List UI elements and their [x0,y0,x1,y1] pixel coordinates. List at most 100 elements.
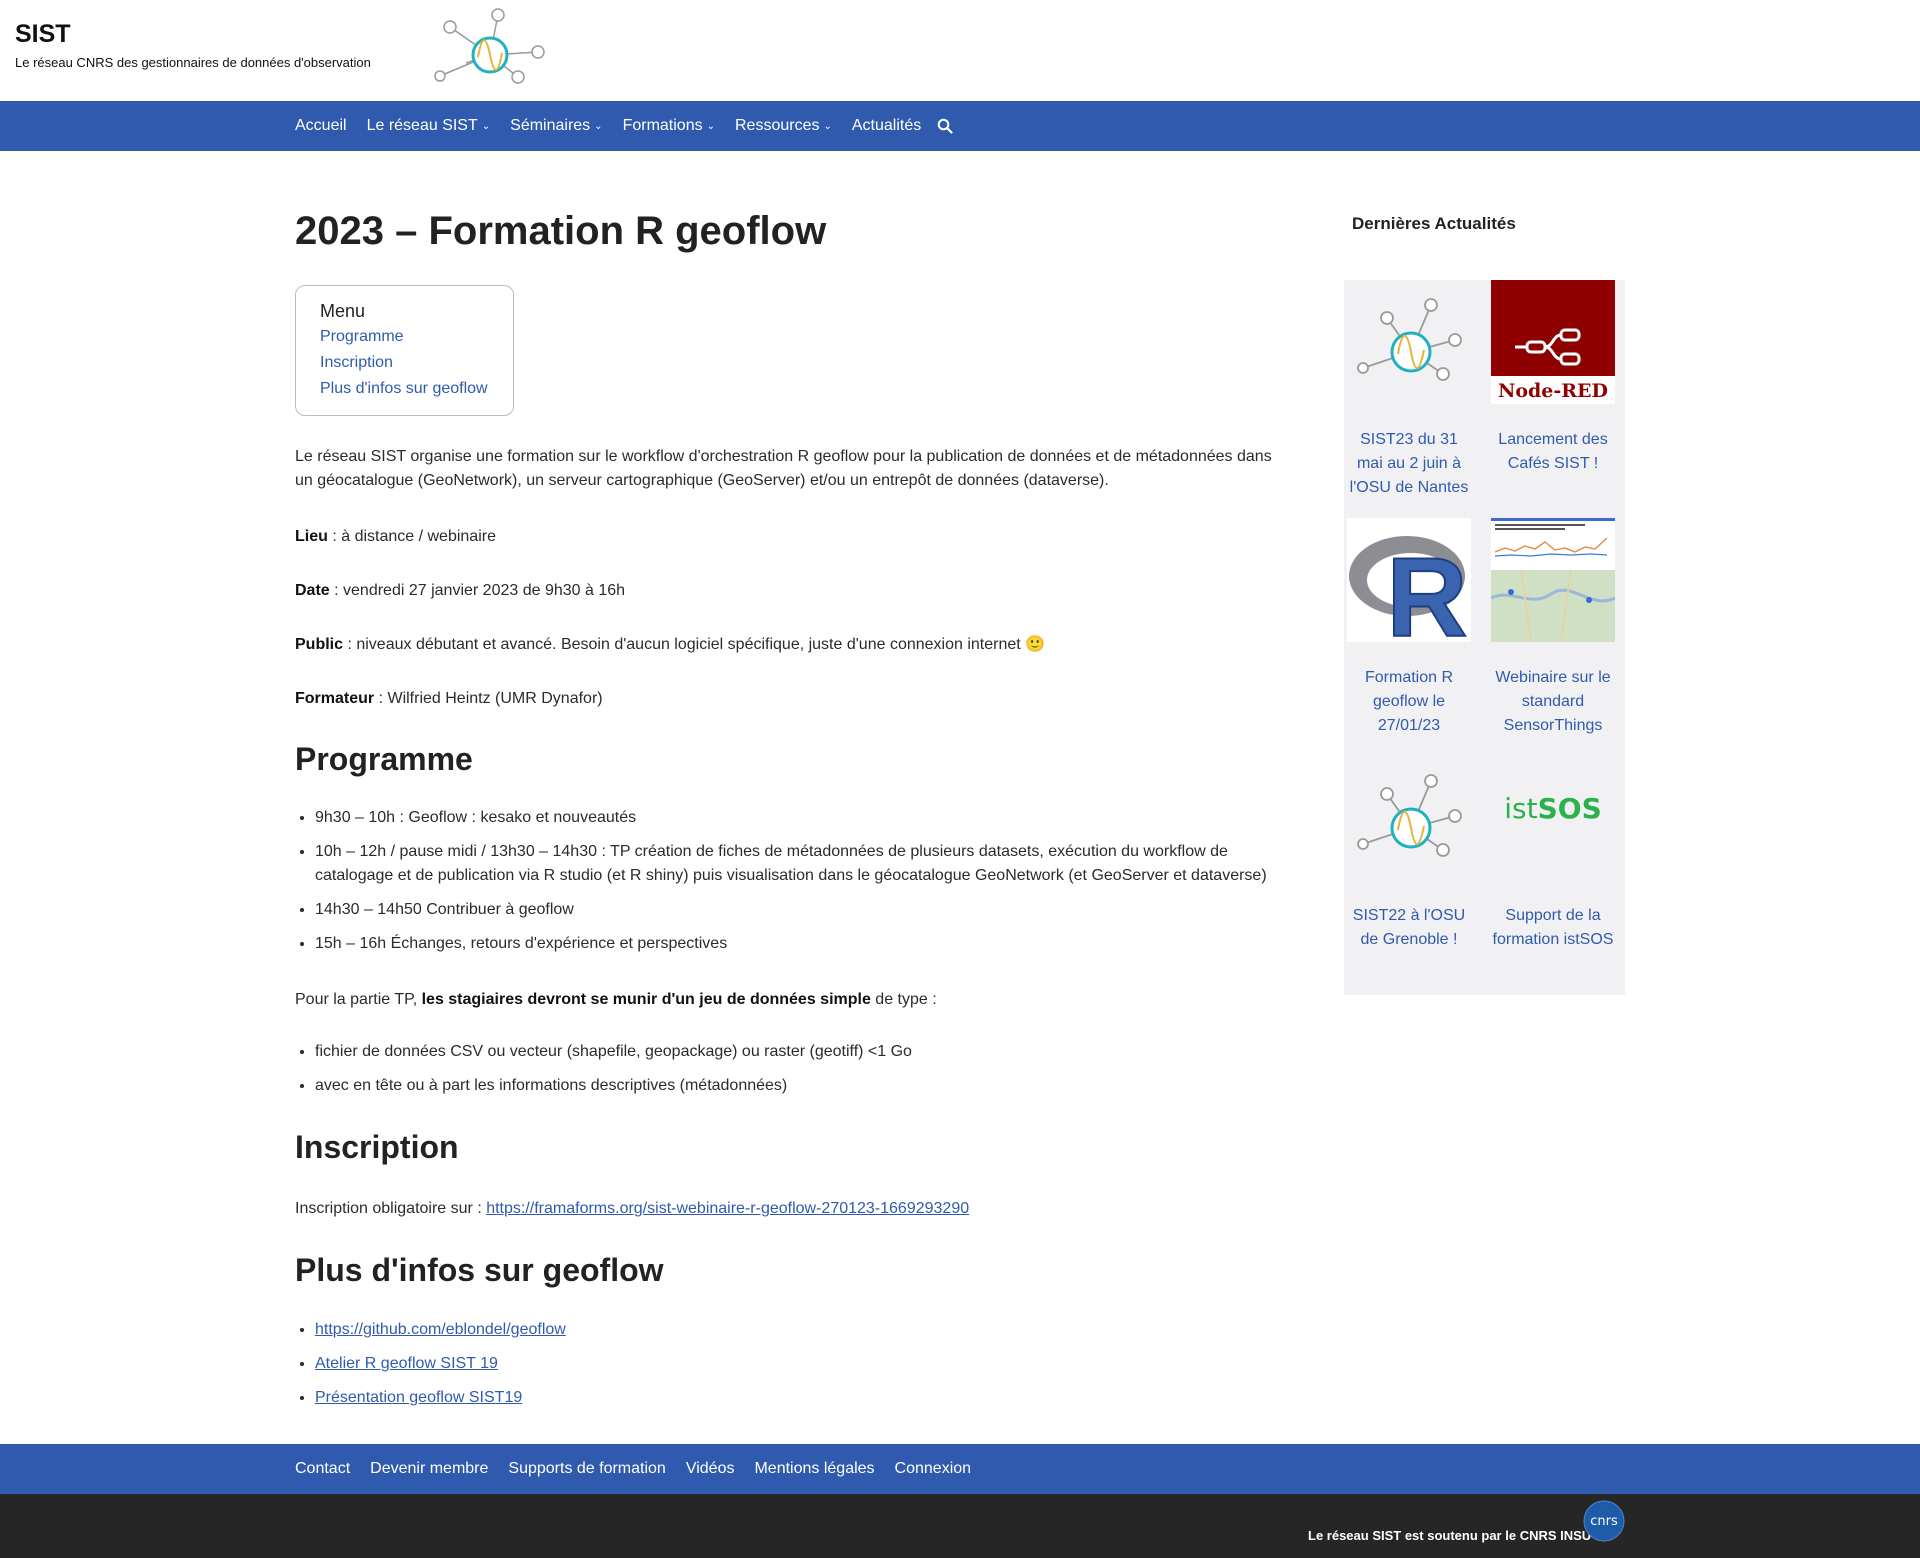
tp-suffix: de type : [870,991,937,1008]
news-item: istSOS Support de la formation istSOS [1491,756,1615,952]
nav-item-reseau-sist[interactable]: Le réseau SIST ⌄ [367,117,491,135]
nav-item-label: Actualités [851,117,922,134]
nav-search-button[interactable] [937,118,953,134]
toc-link-programme[interactable]: Programme [320,324,489,350]
site-title[interactable]: SIST [15,20,71,49]
programme-list: 9h30 – 10h : Geoflow : kesako et nouveau… [315,806,1275,966]
nav-item-seminaires[interactable]: Séminaires ⌄ [510,117,602,135]
footer-menu: Contact Devenir membre Supports de forma… [295,1444,991,1494]
nav-item-ressources[interactable]: Ressources ⌄ [735,117,832,135]
page-title: 2023 – Formation R geoflow [295,209,827,253]
presentation-link[interactable]: Présentation geoflow SIST19 [315,1389,522,1406]
list-item: 9h30 – 10h : Geoflow : kesako et nouveau… [315,806,1275,830]
footer-link-connexion[interactable]: Connexion [895,1460,972,1478]
main-navigation: Accueil Le réseau SIST ⌄ Séminaires ⌄ Form… [0,101,1920,151]
sensorthings-screenshot[interactable] [1491,518,1615,642]
search-icon [937,118,953,134]
lieu-value: : à distance / webinaire [327,528,496,545]
public-value: : niveaux débutant et avancé. Besoin d'a… [343,636,1046,653]
footer-link-contact[interactable]: Contact [295,1460,350,1478]
chevron-down-icon: ⌄ [481,120,491,132]
news-item: Webinaire sur le standard SensorThings [1491,518,1615,738]
toc-link-plus-infos[interactable]: Plus d'infos sur geoflow [320,376,489,402]
toc-link-inscription[interactable]: Inscription [320,350,489,376]
r-logo-text: R [1387,535,1468,642]
chevron-down-icon: ⌄ [823,120,832,132]
news-link[interactable]: SIST23 du 31 mai au 2 juin à l'OSU de Na… [1347,428,1471,500]
date-value: : vendredi 27 janvier 2023 de 9h30 à 16h [329,582,626,599]
istsos-text-sos: SOS [1538,792,1602,825]
istsos-logo[interactable]: istSOS [1491,756,1615,880]
istsos-text-ist: ist [1504,792,1537,825]
news-link[interactable]: Formation R geoflow le 27/01/23 [1347,666,1471,738]
intro-paragraph: Le réseau SIST organise une formation su… [295,448,1272,489]
news-link[interactable]: Webinaire sur le standard SensorThings [1491,666,1615,738]
lieu-paragraph: Lieu : à distance / webinaire [295,525,1275,549]
footer-link-videos[interactable]: Vidéos [686,1460,735,1478]
toc-title: Menu [320,301,366,321]
nav-item-label: Séminaires [510,117,591,134]
nav-item-label: Accueil [295,117,347,134]
formateur-paragraph: Formateur : Wilfried Heintz (UMR Dynafor… [295,687,1275,711]
site-tagline: Le réseau CNRS des gestionnaires de donn… [15,55,371,70]
tp-list: fichier de données CSV ou vecteur (shape… [315,1040,1275,1108]
list-item: Présentation geoflow SIST19 [315,1386,1275,1410]
r-logo[interactable]: R [1347,518,1471,642]
list-item: https://github.com/eblondel/geoflow [315,1318,1275,1342]
footer-link-devenir-membre[interactable]: Devenir membre [370,1460,488,1478]
tp-prefix: Pour la partie TP, [295,991,422,1008]
sidebar-title: Dernières Actualités [1352,214,1516,233]
github-link[interactable]: https://github.com/eblondel/geoflow [315,1321,566,1338]
list-item: 14h30 – 14h50 Contribuer à geoflow [315,898,1275,922]
news-link[interactable]: SIST22 à l'OSU de Grenoble ! [1347,904,1471,952]
inscription-prefix: Inscription obligatoire sur : [295,1200,487,1217]
footer-link-supports-formation[interactable]: Supports de formation [508,1460,665,1478]
news-item: R Formation R geoflow le 27/01/23 [1347,518,1471,738]
news-link[interactable]: Support de la formation istSOS [1491,904,1615,952]
nav-item-label: Formations [622,117,703,134]
news-link[interactable]: Lancement des Cafés SIST ! [1491,428,1615,476]
cnrs-logo[interactable]: cnrs [1583,1500,1625,1542]
nav-item-accueil[interactable]: Accueil [295,117,347,135]
footer-link-mentions-legales[interactable]: Mentions légales [754,1460,874,1478]
atelier-link[interactable]: Atelier R geoflow SIST 19 [315,1355,498,1372]
sist-logo[interactable] [428,5,548,85]
infos-links-list: https://github.com/eblondel/geoflow Atel… [315,1318,1275,1420]
site-header: SIST Le réseau CNRS des gestionnaires de… [0,0,1920,101]
plus-infos-heading: Plus d'infos sur geoflow [295,1252,664,1288]
latest-news-grid: SIST23 du 31 mai au 2 juin à l'OSU de Na… [1344,280,1625,995]
sist-logo-thumbnail[interactable] [1347,280,1471,404]
date-label: Date [295,582,330,599]
inscription-paragraph: Inscription obligatoire sur : https://fr… [295,1197,1275,1221]
news-item: SIST23 du 31 mai au 2 juin à l'OSU de Na… [1347,280,1471,500]
cnrs-logo-text: cnrs [1590,1514,1618,1529]
footer-credit: Le réseau SIST est soutenu par le CNRS I… [1308,1528,1591,1543]
svg-text:istSOS: istSOS [1504,792,1602,825]
inscription-heading: Inscription [295,1129,459,1165]
credit-text: Le réseau SIST est soutenu par le [1308,1528,1520,1543]
nav-item-actualites[interactable]: Actualités [852,117,921,135]
chevron-down-icon: ⌄ [706,120,715,132]
nav-item-label: Ressources [734,117,820,134]
cnrs-insu-link[interactable]: CNRS INSU [1520,1528,1592,1543]
formateur-label: Formateur [295,690,375,707]
list-item: 15h – 16h Échanges, retours d'expérience… [315,932,1275,956]
list-item: 10h – 12h / pause midi / 13h30 – 14h30 :… [315,840,1275,888]
lieu-label: Lieu [295,528,328,545]
table-of-contents: Menu Programme Inscription Plus d'infos … [295,285,514,416]
date-paragraph: Date : vendredi 27 janvier 2023 de 9h30 … [295,579,1275,603]
list-item: Atelier R geoflow SIST 19 [315,1352,1275,1376]
chevron-down-icon: ⌄ [594,120,603,132]
tp-bold: les stagiaires devront se munir d'un jeu… [421,991,871,1008]
nav-item-formations[interactable]: Formations ⌄ [623,117,715,135]
nav-menu: Accueil Le réseau SIST ⌄ Séminaires ⌄ Form… [295,101,973,151]
sist-logo-thumbnail[interactable] [1347,756,1471,880]
news-item: Node-RED Lancement des Cafés SIST ! [1491,280,1615,476]
news-item: SIST22 à l'OSU de Grenoble ! [1347,756,1471,952]
tp-paragraph: Pour la partie TP, les stagiaires devron… [295,988,1275,1012]
node-red-logo[interactable]: Node-RED [1491,280,1615,404]
footer-bottom: Le réseau SIST est soutenu par le CNRS I… [0,1494,1920,1558]
list-item: fichier de données CSV ou vecteur (shape… [315,1040,1275,1064]
programme-heading: Programme [295,741,473,777]
inscription-link[interactable]: https://framaforms.org/sist-webinaire-r-… [486,1200,969,1217]
